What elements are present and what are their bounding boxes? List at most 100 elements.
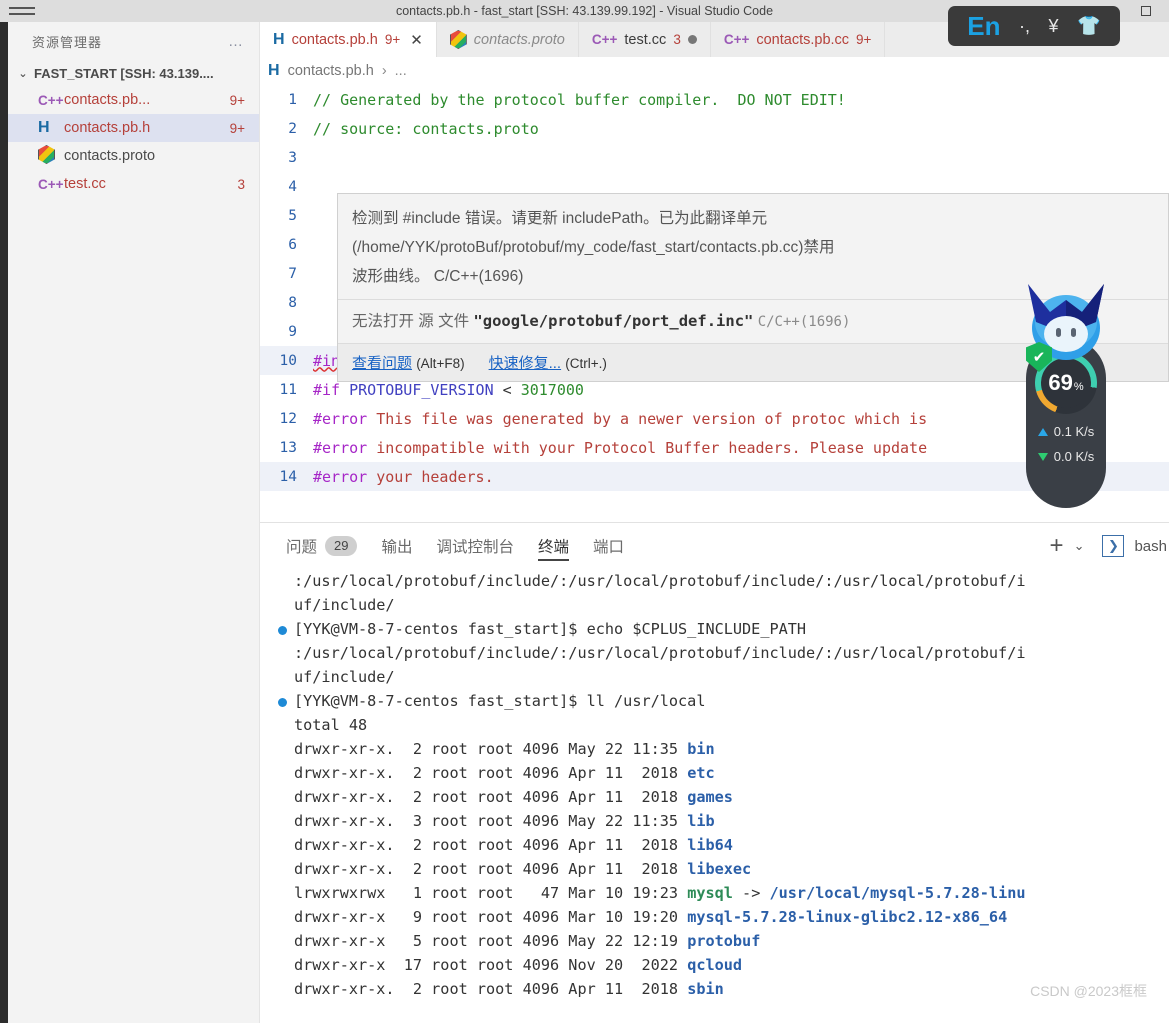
terminal-token: lib [687, 812, 715, 830]
code-token: // source: contacts.proto [313, 119, 539, 138]
explorer-header: 资源管理器 … [8, 22, 259, 60]
upload-speed-row: 0.1 K/s [1037, 424, 1094, 439]
panel-tab-label: 端口 [593, 539, 625, 556]
line-number: 14 [279, 468, 297, 485]
quick-fix-action[interactable]: 快速修复... (Ctrl+.) [489, 352, 607, 373]
panel-tab-1[interactable]: 输出 [381, 523, 412, 569]
ime-punctuation-icon[interactable]: ·, [1019, 16, 1030, 37]
activity-bar[interactable] [0, 22, 8, 1023]
code-line[interactable]: 2 // source: contacts.proto [260, 114, 1169, 143]
cpp-file-icon: C++ [38, 176, 64, 192]
file-name: contacts.pb.h [64, 120, 151, 136]
terminal-token: mysql-5.7.28-linux-glibc2.12-x86_64 [687, 908, 1008, 926]
chevron-down-icon[interactable]: ⌄ [1074, 538, 1085, 554]
tab-contacts-pb-cc[interactable]: C++ contacts.pb.cc 9+ [710, 22, 886, 57]
terminal-token: drwxr-xr-x. 2 root root 4096 Apr 11 2018 [294, 980, 688, 998]
tab-contacts-proto[interactable]: contacts.proto [436, 22, 579, 57]
line-number: 4 [288, 178, 297, 195]
code-token: your headers. [367, 467, 494, 486]
view-problem-action[interactable]: 查看问题 (Alt+F8) [352, 352, 465, 373]
panel-tab-3[interactable]: 终端 [538, 523, 570, 569]
terminal-output-line: drwxr-xr-x 9 root root 4096 Mar 10 19:20… [272, 905, 1169, 929]
line-number: 8 [288, 294, 297, 311]
workspace-root-label: FAST_START [SSH: 43.139.... [34, 65, 214, 81]
line-number: 7 [288, 265, 297, 282]
line-number: 12 [279, 410, 297, 427]
cpp-file-icon: C++ [38, 92, 64, 108]
panel-tab-0[interactable]: 问题 29 [286, 523, 358, 569]
bottom-panel: 问题 29 输出 调试控制台 终端 端口 + ⌄ ❯ bash :/usr/local/p… [260, 522, 1169, 1023]
tab-label: contacts.proto [473, 31, 565, 48]
terminal-command-line: [YYK@VM-8-7-centos fast_start]$ ll /usr/… [272, 689, 1169, 713]
quick-fix-link[interactable]: 快速修复... [489, 355, 562, 372]
panel-actions: + ⌄ ❯ bash [1050, 523, 1169, 569]
breadcrumb-more[interactable]: ... [395, 63, 407, 79]
terminal-output[interactable]: :/usr/local/protobuf/include/:/usr/local… [260, 569, 1169, 1023]
explorer-title: 资源管理器 [32, 34, 103, 50]
file-item-contacts-pb-[interactable]: C++ contacts.pb... 9+ [8, 86, 259, 114]
tab-error-badge: 9+ [856, 32, 872, 47]
shirt-icon[interactable]: 👕 [1077, 14, 1101, 38]
code-line[interactable]: 3 [260, 143, 1169, 172]
tab-dirty-indicator[interactable] [687, 35, 697, 44]
terminal-output-line: total 48 [272, 713, 1169, 737]
terminal-output-line: drwxr-xr-x. 2 root root 4096 Apr 11 2018… [272, 761, 1169, 785]
ime-language-label[interactable]: En [967, 13, 1000, 39]
line-number: 1 [288, 91, 297, 108]
terminal-token: drwxr-xr-x. 2 root root 4096 Apr 11 2018 [294, 788, 688, 806]
terminal-token: drwxr-xr-x. 2 root root 4096 Apr 11 2018 [294, 860, 688, 878]
tab-test-cc[interactable]: C++ test.cc 3 [578, 22, 711, 57]
cpp-file-icon: C++ [723, 32, 750, 47]
terminal-output-line: uf/include/ [272, 665, 1169, 689]
cpu-usage-label: 69% [1048, 370, 1083, 396]
breadcrumb-file[interactable]: contacts.pb.h [288, 63, 374, 79]
maximize-button[interactable] [1123, 0, 1169, 22]
tab-label: contacts.pb.cc [756, 31, 850, 48]
shell-label[interactable]: bash [1134, 538, 1167, 555]
file-item-test-cc[interactable]: C++ test.cc 3 [8, 170, 259, 198]
terminal-chevron-icon[interactable]: ❯ [1102, 535, 1125, 557]
code-line[interactable]: 1 // Generated by the protocol buffer com… [260, 85, 1169, 114]
terminal-token: lib64 [687, 836, 733, 854]
plus-icon[interactable]: + [1050, 534, 1064, 558]
terminal-command-line: [YYK@VM-8-7-centos fast_start]$ echo $CP… [272, 617, 1169, 641]
code-text: // Generated by the protocol buffer comp… [313, 91, 1169, 109]
terminal-token: /usr/local/mysql-5.7.28-linu [769, 884, 1026, 902]
terminal-output-line: :/usr/local/protobuf/include/:/usr/local… [272, 569, 1169, 593]
line-number: 5 [288, 207, 297, 224]
view-problem-link[interactable]: 查看问题 [352, 355, 412, 372]
terminal-token: drwxr-xr-x 9 root root 4096 Mar 10 19:20 [294, 908, 688, 926]
file-error-badge: 9+ [229, 120, 245, 136]
quick-fix-shortcut: (Ctrl+.) [565, 356, 607, 371]
panel-tab-2[interactable]: 调试控制台 [437, 523, 515, 569]
h-file-icon: H [38, 119, 50, 136]
file-name: contacts.pb... [64, 92, 151, 108]
terminal-token: drwxr-xr-x. 2 root root 4096 Apr 11 2018 [294, 836, 688, 854]
terminal-output-line: drwxr-xr-x. 2 root root 4096 May 22 11:3… [272, 737, 1169, 761]
ime-fullwidth-icon[interactable]: ¥ [1049, 16, 1059, 37]
panel-tab-4[interactable]: 端口 [593, 523, 624, 569]
close-icon[interactable]: ✕ [410, 31, 423, 49]
terminal-output-line: lrwxrwxrwx 1 root root 47 Mar 10 19:23 m… [272, 881, 1169, 905]
tab-label: contacts.pb.h [291, 31, 378, 48]
code-token: #error [313, 438, 368, 457]
breadcrumb[interactable]: H contacts.pb.h › ... [260, 57, 1169, 85]
terminal-output-line: drwxr-xr-x 17 root root 4096 Nov 20 2022… [272, 953, 1169, 977]
proto-file-icon [38, 145, 55, 164]
workspace-root-row[interactable]: ⌄ FAST_START [SSH: 43.139.... [8, 60, 259, 86]
tab-contacts-pb-h[interactable]: Hcontacts.pb.h 9+ ✕ [260, 22, 437, 57]
terminal-output-line: drwxr-xr-x. 2 root root 4096 Apr 11 2018… [272, 833, 1169, 857]
terminal-token: qcloud [687, 956, 743, 974]
file-item-contacts-pb-h[interactable]: Hcontacts.pb.h 9+ [8, 114, 259, 142]
file-item-contacts-proto[interactable]: contacts.proto [8, 142, 259, 170]
more-actions-icon[interactable]: … [228, 34, 245, 49]
terminal-token: drwxr-xr-x 17 root root 4096 Nov 20 2022 [294, 956, 688, 974]
panel-tab-label: 输出 [381, 539, 413, 556]
terminal-token: drwxr-xr-x 5 root root 4096 May 22 12:19 [294, 932, 688, 950]
ime-floating-toolbar[interactable]: En ·, ¥ 👕 [948, 6, 1120, 46]
diagnostic-line-2: (/home/YYK/protoBuf/protobuf/my_code/fas… [352, 239, 835, 256]
terminal-output-line: drwxr-xr-x 5 root root 4096 May 22 12:19… [272, 929, 1169, 953]
terminal-token: :/usr/local/protobuf/include/:/usr/local… [294, 644, 1026, 662]
terminal-token: drwxr-xr-x. 3 root root 4096 May 22 11:3… [294, 812, 688, 830]
file-error-badge: 3 [237, 176, 245, 192]
